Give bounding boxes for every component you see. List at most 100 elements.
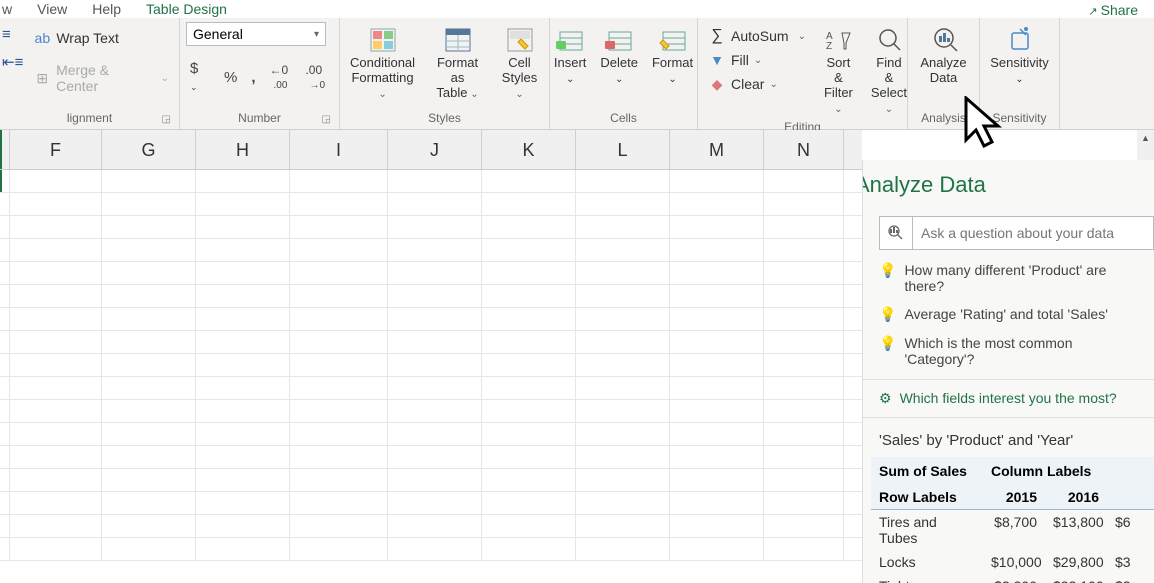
pane-title: Analyze Data (862, 160, 1154, 206)
sensitivity-label: Sensitivity⌄ (990, 56, 1049, 86)
conditional-formatting-icon (369, 26, 397, 54)
group-analysis: Analyze Data Analysis (908, 18, 980, 129)
indent-icon[interactable]: ≡ (2, 26, 23, 43)
pivot-year-2016: 2016 (1045, 485, 1107, 509)
insert-button[interactable]: Insert⌄ (550, 24, 591, 88)
pivot-row: Locks$10,000$29,800$3 (871, 550, 1154, 574)
menu-view[interactable]: View (37, 1, 67, 17)
menu-partial[interactable]: w (2, 1, 12, 17)
pivot-row: Tights$3,300$22,100$3 (871, 574, 1154, 583)
column-headers: F G H I J K L M N (0, 130, 862, 170)
pivot-sum-label: Sum of Sales (871, 457, 983, 485)
sort-filter-icon: AZ (824, 26, 852, 54)
lightbulb-icon: 💡 (879, 306, 896, 323)
conditional-formatting-label: Conditional Formatting (350, 56, 415, 101)
alignment-dialog-icon[interactable]: ◲ (162, 114, 171, 125)
format-icon (659, 26, 687, 54)
wrap-text-button[interactable]: ab Wrap Text (29, 28, 173, 48)
analyze-data-icon (930, 26, 958, 54)
ribbon: ≡ ⇤≡ ab Wrap Text ⊞ Merge & Center ⌄ lig… (0, 18, 1154, 130)
increase-decimal-button[interactable]: ←0.00 (266, 61, 296, 93)
eraser-icon: ◆ (708, 76, 726, 92)
suggestion-1[interactable]: 💡How many different 'Product' are there? (863, 256, 1154, 300)
percent-button[interactable]: % (220, 67, 241, 88)
lightbulb-icon: 💡 (879, 335, 896, 352)
find-select-button[interactable]: Find & Select (867, 24, 911, 118)
number-format-dropdown[interactable]: General ▾ (186, 22, 326, 46)
number-format-value: General (193, 26, 243, 42)
spreadsheet-grid[interactable]: F G H I J K L M N (0, 130, 862, 583)
suggestion-1-text: How many different 'Product' are there? (904, 262, 1138, 294)
sort-filter-label: Sort & Filter (824, 56, 853, 116)
find-select-label: Find & Select (871, 56, 907, 116)
format-as-table-button[interactable]: Format as Table (429, 24, 486, 103)
fields-link-text: Which fields interest you the most? (900, 390, 1117, 407)
col-header-J[interactable]: J (388, 130, 482, 169)
group-label-analysis: Analysis (914, 109, 973, 129)
col-header-M[interactable]: M (670, 130, 764, 169)
col-header-I[interactable]: I (290, 130, 388, 169)
format-label: Format⌄ (652, 56, 693, 86)
merge-icon: ⊞ (33, 70, 51, 86)
merge-label: Merge & Center (56, 62, 154, 94)
cell-styles-icon (506, 26, 534, 54)
gear-icon: ⚙ (879, 390, 892, 407)
pivot-row-labels: Row Labels (871, 485, 983, 509)
analyze-data-pane: Analyze Data 💡How many different 'Produc… (862, 160, 1154, 583)
currency-button[interactable]: $ ⌄ (186, 58, 214, 96)
suggestion-3[interactable]: 💡 Which is the most common 'Category'? (863, 329, 1154, 373)
wrap-text-icon: ab (33, 30, 51, 46)
sensitivity-button[interactable]: Sensitivity⌄ (986, 24, 1053, 88)
menu-help[interactable]: Help (92, 1, 121, 17)
col-header-F[interactable]: F (10, 130, 102, 169)
fields-of-interest-link[interactable]: ⚙ Which fields interest you the most? (863, 379, 1154, 418)
fill-icon: ▼ (708, 52, 726, 68)
share-button[interactable]: Share (1080, 0, 1146, 20)
format-table-label: Format as Table (433, 56, 482, 101)
merge-center-button[interactable]: ⊞ Merge & Center ⌄ (29, 60, 173, 96)
delete-label: Delete⌄ (600, 56, 638, 86)
pivot-year-2015: 2015 (983, 485, 1045, 509)
group-sensitivity: Sensitivity⌄ Sensitivity (980, 18, 1060, 129)
col-header-H[interactable]: H (196, 130, 290, 169)
wrap-text-label: Wrap Text (56, 30, 119, 46)
col-header-N[interactable]: N (764, 130, 844, 169)
pivot-row: Tires and Tubes$8,700$13,800$6 (871, 510, 1154, 550)
group-alignment: ≡ ⇤≡ ab Wrap Text ⊞ Merge & Center ⌄ lig… (0, 18, 180, 129)
cell-styles-button[interactable]: Cell Styles (496, 24, 543, 103)
sigma-icon: ∑ (708, 28, 726, 44)
ask-search-icon[interactable] (879, 216, 913, 250)
sensitivity-icon (1006, 26, 1034, 54)
number-dialog-icon[interactable]: ◲ (322, 114, 331, 125)
conditional-formatting-button[interactable]: Conditional Formatting (346, 24, 419, 103)
col-header-G[interactable]: G (102, 130, 196, 169)
suggestion-2[interactable]: 💡Average 'Rating' and total 'Sales' (863, 300, 1154, 329)
grid-body[interactable] (0, 170, 862, 561)
scroll-up-icon[interactable]: ▲ (1137, 130, 1154, 147)
col-edge (0, 130, 10, 169)
sort-filter-button[interactable]: AZ Sort & Filter (820, 24, 857, 118)
ask-question-input[interactable] (913, 216, 1154, 250)
analyze-data-button[interactable]: Analyze Data (916, 24, 970, 88)
format-button[interactable]: Format⌄ (648, 24, 697, 88)
delete-icon (605, 26, 633, 54)
suggestion-3-text: Which is the most common 'Category'? (904, 335, 1138, 367)
autosum-button[interactable]: ∑ AutoSum ⌄ (704, 26, 810, 46)
insight-title: 'Sales' by 'Product' and 'Year' (863, 418, 1154, 457)
col-header-K[interactable]: K (482, 130, 576, 169)
comma-button[interactable]: , (247, 67, 259, 88)
decrease-decimal-button[interactable]: .00→0 (301, 61, 333, 93)
tab-table-design[interactable]: Table Design (146, 1, 227, 17)
insert-label: Insert⌄ (554, 56, 587, 86)
clear-button[interactable]: ◆ Clear ⌄ (704, 74, 810, 94)
group-label-number: Number ◲ (186, 109, 333, 129)
pivot-columns-label: Column Labels (983, 457, 1154, 485)
find-icon (875, 26, 903, 54)
group-label-alignment: lignment ◲ (6, 109, 173, 129)
cell-styles-label: Cell Styles (500, 56, 539, 101)
delete-button[interactable]: Delete⌄ (596, 24, 642, 88)
analyze-data-label: Analyze Data (920, 56, 966, 86)
col-header-L[interactable]: L (576, 130, 670, 169)
fill-button[interactable]: ▼ Fill ⌄ (704, 50, 810, 70)
decrease-indent-icon[interactable]: ⇤≡ (2, 53, 23, 71)
